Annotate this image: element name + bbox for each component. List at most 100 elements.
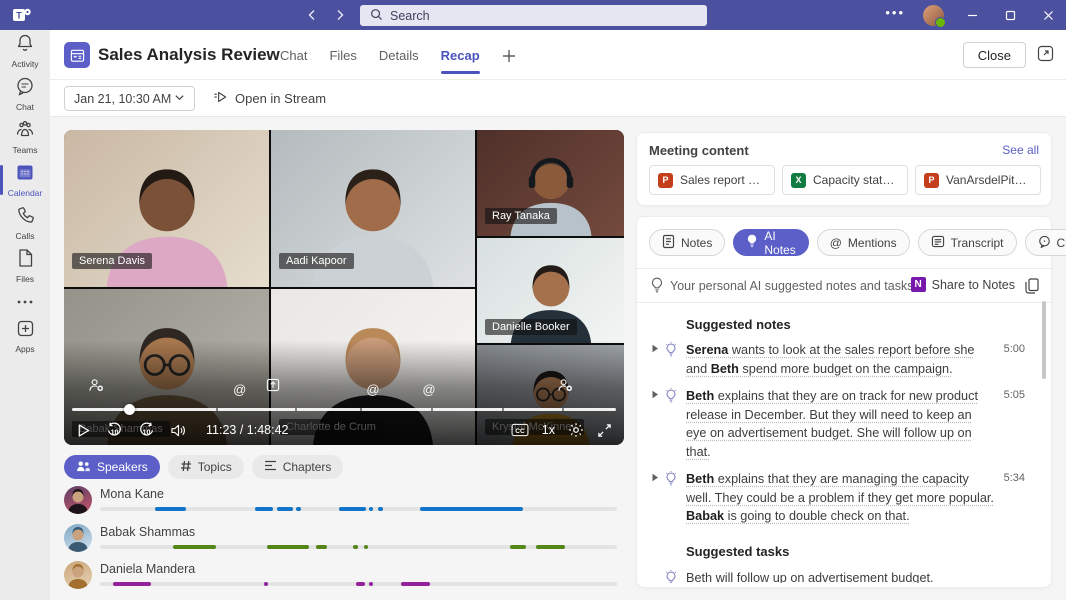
sidebar-item-more[interactable] — [0, 288, 50, 314]
close-button[interactable]: Close — [963, 42, 1026, 68]
timeline-marker-person-add-icon[interactable] — [557, 378, 573, 397]
tab-recap[interactable]: Recap — [441, 30, 480, 80]
sidebar-item-calendar[interactable]: Calendar — [0, 159, 50, 201]
notes-scroll-area[interactable]: Suggested notes Serena wants to look at … — [651, 303, 1025, 583]
speaker-timeline[interactable] — [100, 582, 617, 586]
timeline-marker-person-add-icon[interactable] — [88, 378, 104, 397]
suggested-notes-heading: Suggested notes — [686, 317, 1025, 332]
speaker-timeline[interactable] — [100, 545, 617, 549]
filter-pill-chapters[interactable]: Chapters — [252, 455, 344, 479]
task-text: Beth will follow up on advertisement bud… — [686, 569, 1025, 583]
window-maximize-button[interactable] — [1000, 0, 1020, 30]
search-input[interactable]: Search — [360, 5, 707, 26]
expand-triangle-icon[interactable] — [651, 387, 664, 401]
video-playhead[interactable] — [124, 404, 135, 415]
people-icon — [14, 119, 36, 144]
meeting-file-chip[interactable]: XCapacity stats list... — [782, 165, 908, 195]
speaking-segment[interactable] — [155, 507, 186, 511]
captions-button[interactable]: CC — [511, 423, 529, 437]
volume-button[interactable] — [170, 423, 187, 438]
meeting-file-chip[interactable]: PVanArsdelPitchDe... — [915, 165, 1041, 195]
speaking-segment[interactable] — [420, 507, 524, 511]
meeting-tabs: Chat Files Details Recap — [280, 30, 516, 80]
notes-tab-mentions[interactable]: @Mentions — [817, 229, 910, 256]
titlebar-more-icon[interactable]: ••• — [885, 5, 905, 20]
speaker-name: Babak Shammas — [100, 525, 195, 539]
rewind-10-button[interactable]: 10 — [106, 422, 123, 438]
copy-icon[interactable] — [1025, 278, 1039, 299]
people2-icon — [76, 460, 91, 475]
video-seek-bar[interactable] — [72, 408, 616, 411]
timeline-marker-share-icon[interactable] — [266, 378, 280, 397]
timeline-marker-at-icon[interactable]: @ — [366, 382, 379, 397]
sidebar-item-files[interactable]: Files — [0, 245, 50, 287]
sidebar-item-teams[interactable]: Teams — [0, 116, 50, 158]
note-timestamp[interactable]: 5:00 — [995, 341, 1025, 355]
speaking-segment[interactable] — [173, 545, 216, 549]
ai-sparkle-bulb-icon — [664, 470, 686, 491]
expand-triangle-icon[interactable] — [651, 341, 664, 355]
tab-files[interactable]: Files — [329, 30, 356, 80]
sidebar-item-apps[interactable]: Apps — [0, 315, 50, 357]
speaking-segment[interactable] — [267, 545, 309, 549]
settings-gear-icon[interactable] — [568, 422, 584, 438]
meeting-file-chip[interactable]: PSales report Q4... — [649, 165, 775, 195]
nav-forward-icon[interactable] — [334, 0, 346, 30]
playback-speed-button[interactable]: 1x — [542, 423, 555, 437]
share-to-notes-button[interactable]: N Share to Notes — [911, 277, 1015, 292]
speaker-timeline[interactable] — [100, 507, 617, 511]
nav-back-icon[interactable] — [306, 0, 318, 30]
speaking-segment[interactable] — [536, 545, 565, 549]
sidebar-item-chat[interactable]: Chat — [0, 73, 50, 115]
meeting-date-dropdown[interactable]: Jan 21, 10:30 AM — [64, 86, 195, 111]
timeline-marker-at-icon[interactable]: @ — [233, 382, 246, 397]
tab-details[interactable]: Details — [379, 30, 419, 80]
speaking-segment[interactable] — [353, 545, 358, 549]
speaking-segment[interactable] — [113, 582, 151, 586]
speaking-segment[interactable] — [255, 507, 273, 511]
add-tab-icon[interactable] — [502, 31, 516, 81]
speaking-segment[interactable] — [356, 582, 365, 586]
timeline-marker-at-icon[interactable]: @ — [422, 382, 435, 397]
scrollbar-thumb[interactable] — [1042, 301, 1046, 379]
forward-10-button[interactable]: 10 — [138, 422, 155, 438]
meeting-video-player[interactable]: Serena DavisAadi KapoorRay TanakaDaniell… — [64, 130, 624, 445]
speaking-segment[interactable] — [378, 507, 383, 511]
note-timestamp[interactable]: 5:34 — [995, 470, 1025, 484]
notes-tab-chat[interactable]: Chat — [1025, 229, 1066, 256]
speaking-segment[interactable] — [364, 545, 369, 549]
notes-tab-notes[interactable]: Notes — [649, 229, 725, 256]
participant-name-label: Ray Tanaka — [485, 208, 557, 224]
speaking-segment[interactable] — [277, 507, 293, 511]
open-in-stream-button[interactable]: Open in Stream — [213, 86, 326, 111]
notes-tab-ai-notes[interactable]: AI Notes — [733, 229, 808, 256]
user-avatar[interactable] — [923, 5, 944, 26]
meeting-calendar-icon — [64, 42, 90, 68]
tab-chat[interactable]: Chat — [280, 30, 307, 80]
fullscreen-button[interactable] — [597, 423, 612, 438]
window-close-button[interactable] — [1038, 0, 1058, 30]
speaking-segment[interactable] — [339, 507, 365, 511]
sidebar-item-calls[interactable]: Calls — [0, 202, 50, 244]
filter-pill-topics[interactable]: Topics — [168, 455, 244, 479]
speaking-segment[interactable] — [510, 545, 526, 549]
speaking-segment[interactable] — [316, 545, 327, 549]
speaking-segment[interactable] — [369, 507, 374, 511]
chat-icon — [15, 76, 35, 101]
expand-triangle-icon[interactable] — [651, 470, 664, 484]
hash-icon — [180, 460, 192, 475]
notes-tab-transcript[interactable]: Transcript — [918, 229, 1017, 256]
speaking-segment[interactable] — [369, 582, 373, 586]
window-minimize-button[interactable] — [962, 0, 982, 30]
speaking-segment[interactable] — [296, 507, 301, 511]
speaking-segment[interactable] — [264, 582, 268, 586]
sidebar-item-activity[interactable]: Activity — [0, 30, 50, 72]
play-button[interactable] — [76, 423, 91, 438]
popout-icon[interactable] — [1037, 45, 1054, 67]
title-bar: T Search ••• — [0, 0, 1066, 30]
speaking-segment[interactable] — [401, 582, 430, 586]
see-all-link[interactable]: See all — [1002, 143, 1039, 157]
filter-pill-speakers[interactable]: Speakers — [64, 455, 160, 479]
note-timestamp[interactable]: 5:05 — [995, 387, 1025, 401]
dots-icon — [16, 292, 34, 310]
